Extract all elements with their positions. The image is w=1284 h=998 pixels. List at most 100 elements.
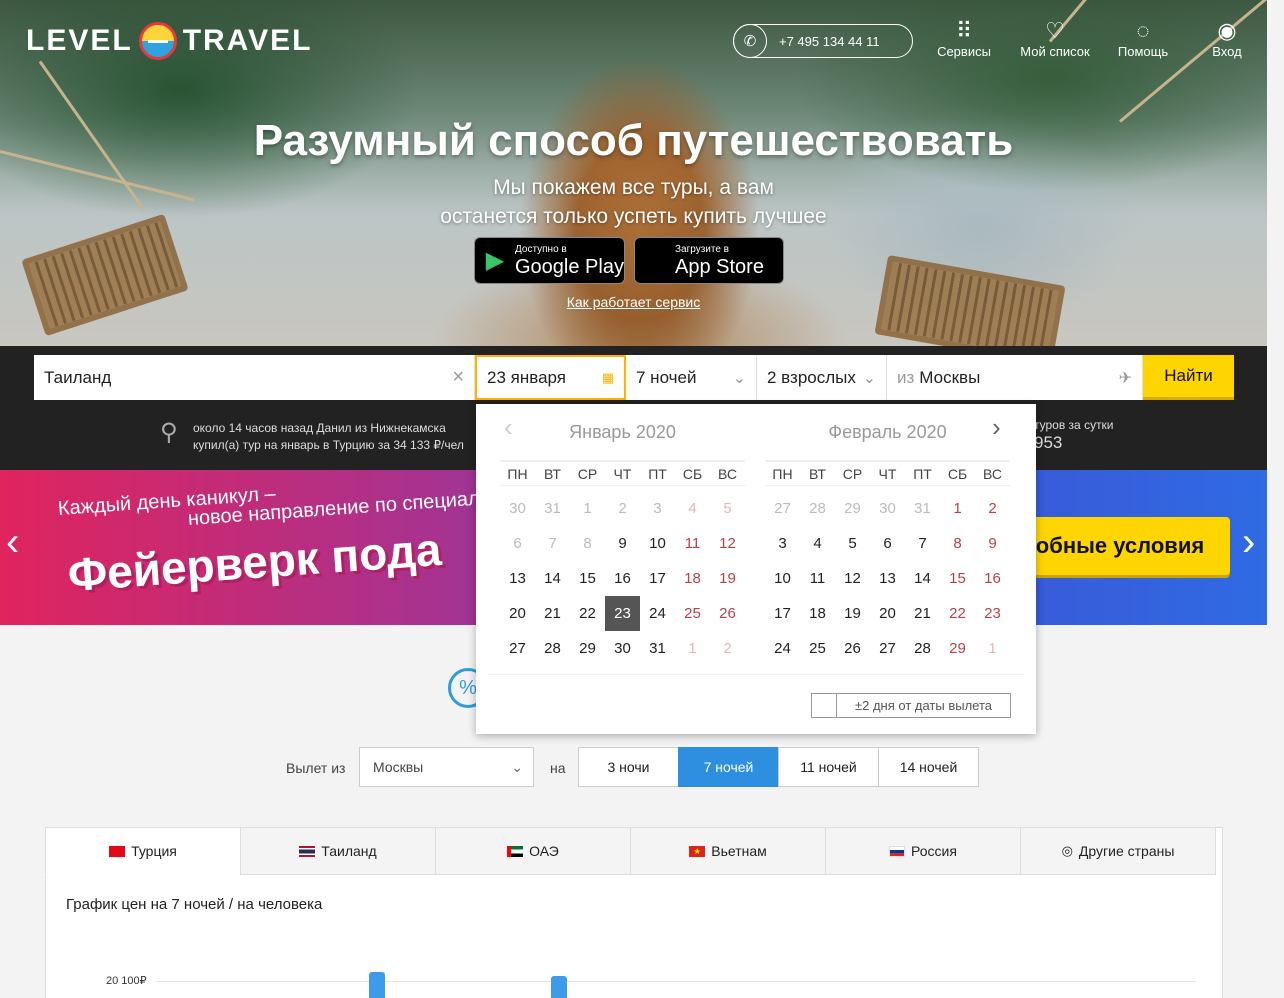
- calendar-day[interactable]: 24: [640, 596, 675, 631]
- nights-option[interactable]: 11 ночей: [778, 747, 879, 787]
- calendar-day: 5: [723, 500, 732, 517]
- calendar-day[interactable]: 22: [940, 596, 975, 631]
- date-input[interactable]: 23 января ▦: [475, 355, 626, 400]
- how-it-works-link[interactable]: Как работает сервис: [0, 294, 1267, 310]
- nights-option-active[interactable]: 7 ночей: [678, 747, 779, 787]
- price-bar[interactable]: [369, 972, 385, 998]
- calendar-day[interactable]: 20: [870, 596, 905, 631]
- calendar-day[interactable]: 10: [765, 561, 800, 596]
- calendar-day[interactable]: 16: [975, 561, 1010, 596]
- destination-input[interactable]: Таиланд ×: [34, 355, 475, 400]
- tab-label: Россия: [911, 843, 957, 859]
- calendar-day[interactable]: 23: [975, 596, 1010, 631]
- grid-icon: ⠿: [955, 18, 973, 43]
- tab-vietnam[interactable]: ★ Вьетнам: [630, 827, 826, 875]
- calendar-day[interactable]: 28: [905, 631, 940, 666]
- calendar-day[interactable]: 18: [800, 596, 835, 631]
- calendar-day: 30: [879, 500, 896, 517]
- price-bar[interactable]: [551, 976, 567, 998]
- tab-other-countries[interactable]: ◎ Другие страны: [1020, 827, 1216, 875]
- tab-turkey[interactable]: Турция: [45, 827, 241, 875]
- google-play-button[interactable]: ▶ Доступно в Google Play: [474, 237, 625, 284]
- calendar-day[interactable]: 22: [570, 596, 605, 631]
- nights-select[interactable]: 7 ночей ⌄: [626, 355, 757, 400]
- calendar-day[interactable]: 19: [835, 596, 870, 631]
- weekday-label: ВТ: [809, 466, 826, 482]
- phone-button[interactable]: ✆ +7 495 134 44 11: [733, 24, 913, 58]
- nav-my-list[interactable]: ♡ Мой список: [1015, 18, 1095, 59]
- calendar-day[interactable]: 29: [570, 631, 605, 666]
- calendar-day[interactable]: 9: [605, 526, 640, 561]
- calendar-day[interactable]: 31: [640, 631, 675, 666]
- departure-city-select[interactable]: Москвы ⌄: [359, 747, 534, 787]
- calendar-day[interactable]: 11: [800, 561, 835, 596]
- nav-help[interactable]: ◌ Помощь: [1103, 18, 1183, 59]
- logo[interactable]: LEVEL TRAVEL: [26, 22, 312, 60]
- calendar-day[interactable]: 16: [605, 561, 640, 596]
- calendar-day[interactable]: 13: [500, 561, 535, 596]
- calendar-day[interactable]: 26: [835, 631, 870, 666]
- calendar-day[interactable]: 25: [800, 631, 835, 666]
- calendar-day[interactable]: 24: [765, 631, 800, 666]
- calendar-day[interactable]: 18: [675, 561, 710, 596]
- calendar-day-selected[interactable]: 23: [605, 596, 640, 631]
- calendar-day[interactable]: 27: [870, 631, 905, 666]
- calendar-day[interactable]: 4: [800, 526, 835, 561]
- calendar-day[interactable]: 21: [535, 596, 570, 631]
- calendar-day[interactable]: 7: [905, 526, 940, 561]
- tab-russia[interactable]: Россия: [825, 827, 1021, 875]
- search-button[interactable]: Найти: [1143, 355, 1234, 400]
- tab-thailand[interactable]: Таиланд: [240, 827, 436, 875]
- calendar-day[interactable]: 19: [710, 561, 745, 596]
- tab-uae[interactable]: ОАЭ: [435, 827, 631, 875]
- flag-tr-icon: [109, 845, 126, 857]
- calendar-day[interactable]: 15: [570, 561, 605, 596]
- calendar-day[interactable]: 2: [975, 491, 1010, 526]
- calendar-day[interactable]: 12: [710, 526, 745, 561]
- calendar-day: 6: [513, 535, 522, 552]
- banner-next-arrow[interactable]: ›: [1242, 520, 1255, 565]
- date-picker-popup: ‹ › Январь 2020 ПН ВТ СР ЧТ ПТ СБ ВС 30 31 1 2 3 4 5 6 7…: [476, 404, 1036, 734]
- nav-login[interactable]: ◉ Вход: [1187, 18, 1267, 59]
- checkbox-box[interactable]: [812, 694, 837, 717]
- logo-text-left: LEVEL: [26, 24, 133, 57]
- calendar-day[interactable]: 1: [940, 491, 975, 526]
- weekday-label: СБ: [947, 466, 968, 482]
- calendar-day[interactable]: 9: [975, 526, 1010, 561]
- calendar-day[interactable]: 28: [535, 631, 570, 666]
- nights-option[interactable]: 14 ночей: [878, 747, 979, 787]
- google-play-icon: ▶: [485, 247, 505, 274]
- calendar-day[interactable]: 3: [765, 526, 800, 561]
- calendar-day[interactable]: 14: [535, 561, 570, 596]
- banner-cta-button[interactable]: обные условия: [1010, 517, 1230, 575]
- calendar-day[interactable]: 6: [870, 526, 905, 561]
- calendar-day[interactable]: 21: [905, 596, 940, 631]
- calendar-day[interactable]: 12: [835, 561, 870, 596]
- travelers-select[interactable]: 2 взрослых ⌄: [757, 355, 887, 400]
- calendar-day[interactable]: 17: [765, 596, 800, 631]
- calendar-day[interactable]: 27: [500, 631, 535, 666]
- calendar-day[interactable]: 14: [905, 561, 940, 596]
- nav-services[interactable]: ⠿ Сервисы: [924, 18, 1004, 59]
- clear-icon[interactable]: ×: [452, 366, 464, 389]
- app-store-button[interactable]: Загрузите в App Store: [634, 237, 784, 284]
- nights-option[interactable]: 3 ночи: [578, 747, 679, 787]
- calendar-day[interactable]: 26: [710, 596, 745, 631]
- calendar-day[interactable]: 15: [940, 561, 975, 596]
- calendar-day[interactable]: 25: [675, 596, 710, 631]
- tab-label: ОАЭ: [529, 843, 559, 859]
- calendar-day[interactable]: 5: [835, 526, 870, 561]
- calendar-day[interactable]: 17: [640, 561, 675, 596]
- departure-city-input[interactable]: из Москвы ✈: [887, 355, 1143, 400]
- calendar-day[interactable]: 10: [640, 526, 675, 561]
- calendar-day[interactable]: 20: [500, 596, 535, 631]
- logo-text-right: TRAVEL: [182, 24, 313, 57]
- tab-label: Вьетнам: [711, 843, 767, 859]
- calendar-day[interactable]: 8: [940, 526, 975, 561]
- flexible-dates-checkbox[interactable]: ±2 дня от даты вылета: [811, 693, 1011, 718]
- calendar-day[interactable]: 13: [870, 561, 905, 596]
- calendar-day[interactable]: 11: [675, 526, 710, 561]
- calendar-day[interactable]: 30: [605, 631, 640, 666]
- calendar-day[interactable]: 29: [940, 631, 975, 666]
- banner-prev-arrow[interactable]: ‹: [6, 520, 19, 565]
